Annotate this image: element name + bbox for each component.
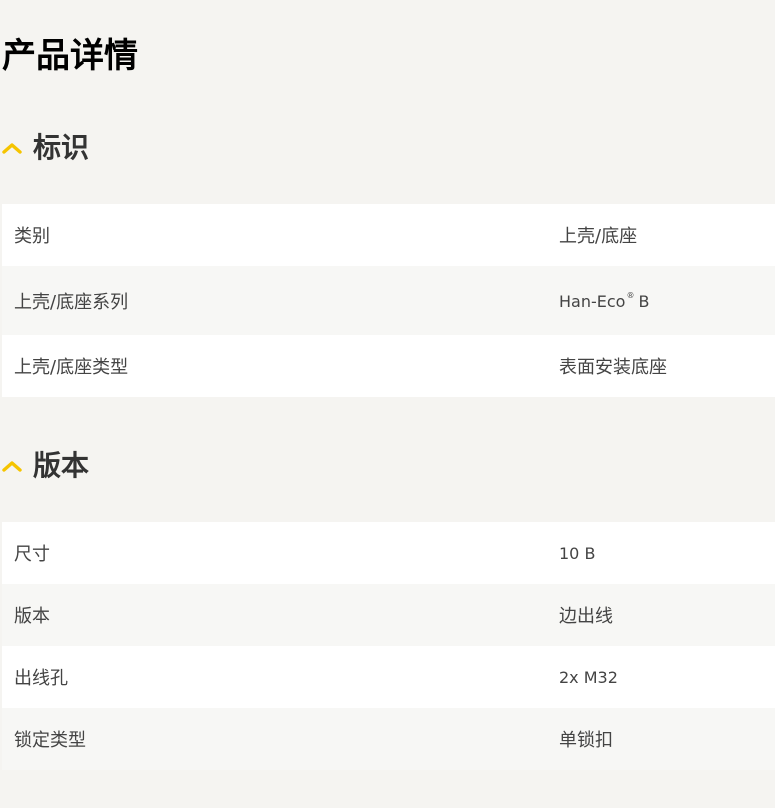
spec-label: 类别	[14, 226, 50, 247]
spec-label: 尺寸	[14, 544, 50, 565]
table-row: 上壳/底座系列 Han-Eco® B	[2, 266, 775, 335]
table-row: 类别 上壳/底座	[2, 204, 775, 266]
spec-value: 上壳/底座	[559, 226, 638, 247]
section-header-identification[interactable]: 标识	[0, 128, 89, 168]
spec-label: 锁定类型	[14, 730, 86, 751]
table-row: 尺寸 10 B	[2, 522, 775, 584]
spec-value: 单锁扣	[559, 730, 613, 751]
table-row: 版本 边出线	[2, 584, 775, 646]
spec-value: 边出线	[559, 606, 613, 627]
spec-label: 上壳/底座系列	[14, 291, 129, 313]
spec-label: 上壳/底座类型	[14, 357, 129, 378]
table-row: 锁定类型 单锁扣	[2, 708, 775, 770]
spec-table-version: 尺寸 10 B 版本 边出线 出线孔 2x M32 锁定类型 单锁扣	[2, 522, 775, 770]
section-title: 标识	[33, 131, 90, 164]
section-title: 版本	[33, 449, 90, 482]
spec-value-text: Han-Eco	[559, 291, 626, 311]
registered-mark: ®	[626, 290, 635, 300]
section-header-version[interactable]: 版本	[0, 446, 89, 486]
table-row: 出线孔 2x M32	[2, 646, 775, 708]
spec-value: 10 B	[559, 543, 596, 563]
spec-value: 2x M32	[559, 667, 618, 687]
table-row: 上壳/底座类型 表面安装底座	[2, 335, 775, 397]
spec-label: 出线孔	[14, 668, 68, 689]
spec-value: 表面安装底座	[559, 357, 667, 378]
spec-value-suffix: B	[638, 291, 650, 311]
spec-value: Han-Eco® B	[547, 291, 775, 311]
page-title: 产品详情	[2, 36, 138, 76]
chevron-up-icon[interactable]	[0, 446, 30, 486]
chevron-up-icon[interactable]	[0, 128, 30, 168]
spec-table-identification: 类别 上壳/底座 上壳/底座系列 Han-Eco® B 上壳/底座类型 表面安装底…	[2, 204, 775, 397]
product-details-page: 产品详情 标识 类别 上壳/底座 上壳/底座系列 Han-Eco® B 上壳/底座…	[0, 0, 775, 808]
spec-label: 版本	[14, 606, 50, 627]
